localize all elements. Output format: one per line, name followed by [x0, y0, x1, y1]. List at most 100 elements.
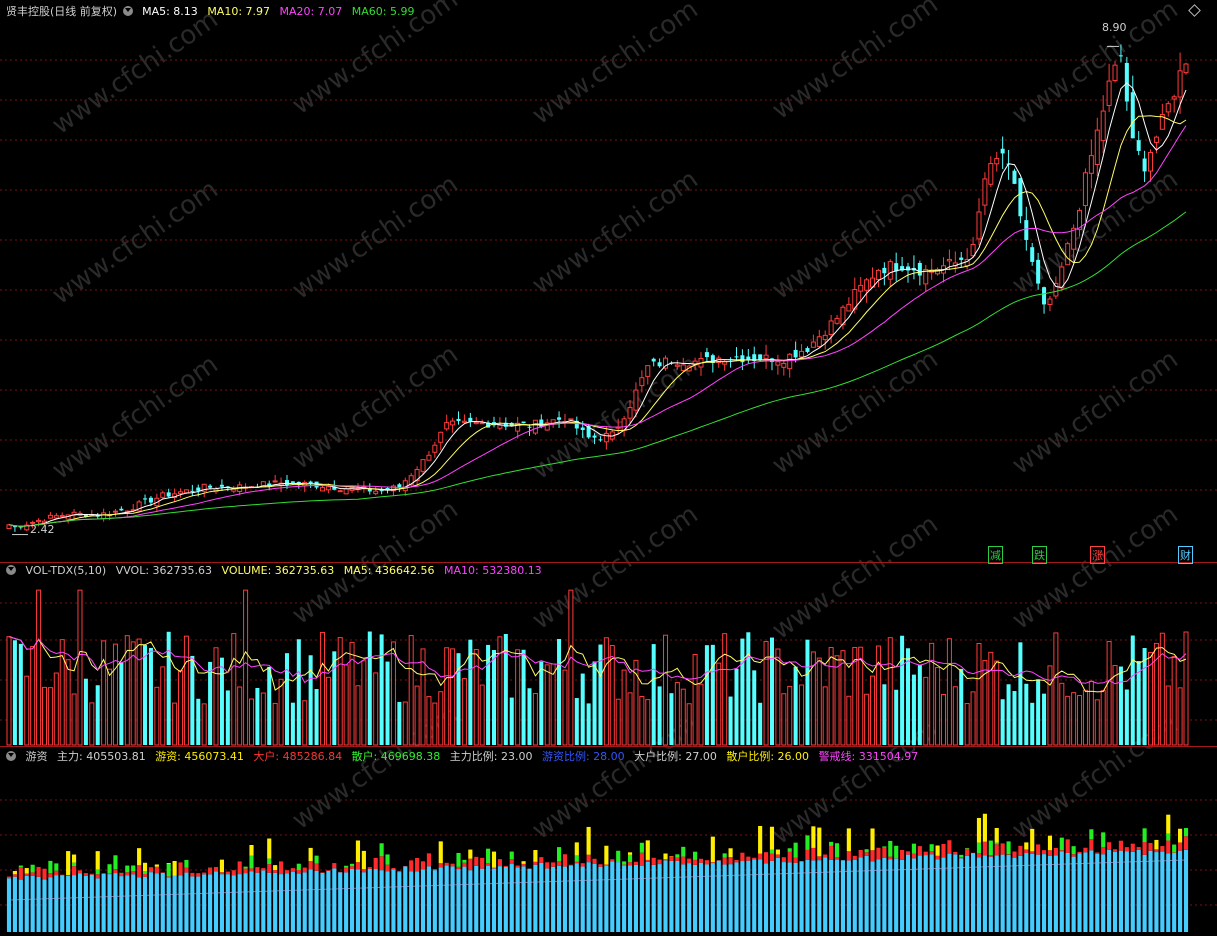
volume-bar — [160, 666, 166, 746]
youzi-bar — [645, 840, 650, 860]
candle-body — [444, 422, 450, 430]
dahu-label: 大户: 485286.84 — [253, 750, 343, 763]
dahu-bar — [1154, 849, 1159, 853]
volume-bar — [882, 684, 887, 745]
dahu-bar — [900, 850, 905, 860]
dahu-bar — [852, 855, 857, 860]
youzi-bar — [935, 845, 940, 856]
dahu-bar — [208, 868, 213, 875]
volume-bar — [1106, 640, 1112, 746]
zhuli-bar — [486, 865, 491, 932]
candle-body — [1136, 140, 1141, 151]
volume-bar — [1077, 695, 1083, 746]
dropdown-icon[interactable] — [6, 565, 16, 575]
dahu-bar — [858, 849, 863, 858]
volume-bar — [544, 664, 550, 746]
zhuli-bar — [48, 877, 53, 932]
candle-body — [1012, 170, 1017, 184]
youzi-label: 游资: 456073.41 — [155, 750, 244, 763]
candle-body — [1142, 158, 1147, 172]
volume-bar — [225, 690, 230, 745]
volume-bar — [343, 664, 349, 746]
zhuli-bar — [119, 876, 124, 932]
youzi-bar — [758, 826, 763, 854]
volume-bar — [1071, 692, 1077, 746]
sanhu-bar — [166, 863, 171, 877]
volume-bar — [444, 647, 450, 746]
dropdown-icon[interactable] — [122, 6, 133, 16]
volume-bar — [923, 676, 929, 746]
zhuli-bar — [415, 871, 420, 932]
sanhu-bar — [805, 835, 810, 850]
sanhu-bar — [30, 864, 35, 873]
dahu-bar — [30, 872, 35, 876]
candle-body — [1183, 63, 1189, 74]
zhuli-bar — [349, 868, 355, 932]
zhuli-bar — [556, 865, 562, 932]
volume-bar — [107, 668, 113, 746]
volume-bar — [41, 686, 47, 746]
volume-bar — [172, 702, 178, 746]
dahu-bar — [1036, 844, 1041, 855]
sanhu-bar — [829, 841, 834, 846]
dahu-bar — [1136, 847, 1141, 850]
zhuli-bar — [580, 866, 585, 932]
zhuli-bar — [704, 864, 709, 932]
watermark-text: www.cfchi.com — [527, 0, 704, 131]
volume-bar — [65, 659, 71, 746]
event-marker-reduce[interactable]: 减 — [988, 546, 1003, 564]
volume-bar — [473, 648, 479, 746]
dropdown-icon[interactable] — [6, 751, 16, 761]
volume-bar — [639, 696, 645, 746]
candle-body — [101, 512, 107, 520]
volume-bar — [680, 688, 686, 746]
candle-body — [603, 433, 609, 443]
candle-body — [568, 418, 574, 421]
event-marker-finance[interactable]: 财 — [1178, 546, 1193, 564]
watermark-text: www.cfchi.com — [1007, 499, 1184, 635]
volume-bar — [308, 655, 313, 745]
volume-bar — [870, 675, 876, 746]
dahu-bar — [562, 854, 568, 867]
volume-bar — [201, 703, 207, 746]
dahu-bar — [137, 865, 142, 878]
youzi-bar — [663, 853, 668, 860]
chart-canvas[interactable]: www.cfchi.com www.cfchi.com www.cfchi.com w… — [0, 0, 1217, 936]
candle-body — [828, 320, 834, 336]
zhuli-bar — [905, 854, 911, 932]
candle-body — [1036, 259, 1041, 284]
volume-bar — [822, 686, 828, 746]
dahu-bar — [1000, 843, 1005, 855]
candle-body — [272, 480, 278, 483]
volume-panel-title: VOL-TDX(5,10) — [25, 564, 107, 577]
vol-ma10-label: MA10: 532380.13 — [443, 564, 542, 577]
candle-body — [763, 354, 769, 359]
zhuli-bar — [527, 868, 532, 932]
dahu-bar — [976, 853, 982, 858]
candle-body — [740, 355, 745, 363]
sanhu-bar — [959, 854, 964, 858]
event-marker-rise[interactable]: 涨 — [1090, 546, 1105, 564]
dahu-bar — [474, 856, 479, 866]
volume-bar — [243, 589, 249, 746]
zhuli-ratio-label: 主力比例: 23.00 — [449, 750, 533, 763]
capital-panel-title: 游资 — [25, 750, 48, 763]
zhuli-bar — [663, 860, 668, 932]
sanhu-bar — [184, 859, 189, 868]
zhuli-bar — [521, 866, 526, 932]
candle-body — [704, 352, 709, 358]
event-marker-fall[interactable]: 跌 — [1032, 546, 1047, 564]
watermark-text: www.cfchi.com — [1007, 344, 1184, 480]
zhuli-bar — [237, 874, 242, 932]
candle-body — [148, 497, 153, 503]
volume-bar — [657, 686, 662, 745]
sanhu-bar — [18, 865, 23, 868]
zhuli-bar — [1018, 855, 1023, 932]
sanhu-bar — [675, 854, 680, 858]
candle-body — [557, 417, 562, 420]
zhuli-bar — [296, 873, 301, 932]
volume-bar — [1082, 689, 1088, 746]
dahu-bar — [746, 856, 751, 861]
dahu-bar — [769, 853, 775, 861]
volume-bar — [734, 668, 739, 745]
